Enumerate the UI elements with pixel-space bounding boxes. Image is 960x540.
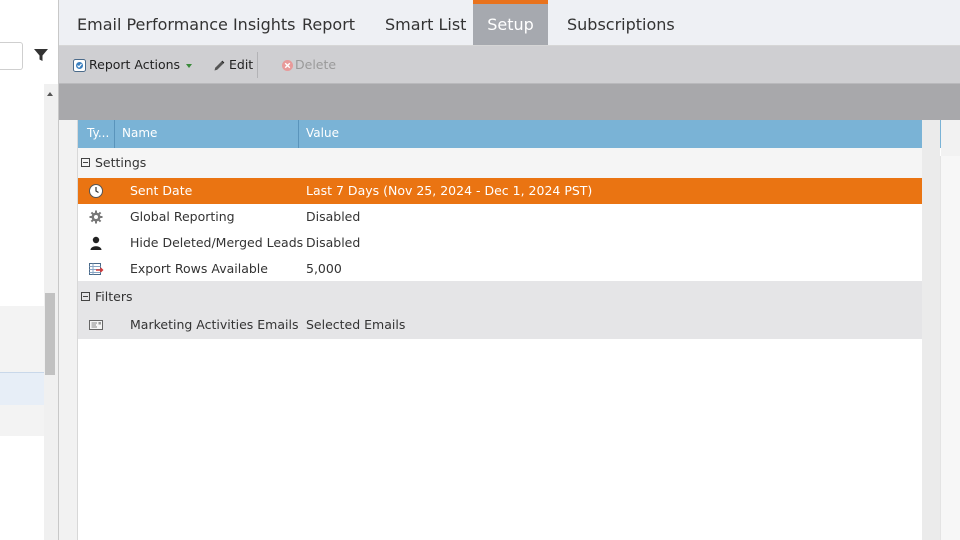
tab-email-performance-insights[interactable]: Email Performance Insights (77, 0, 296, 45)
table-row[interactable]: Export Rows Available 5,000 (78, 256, 926, 282)
column-header-name[interactable]: Name (115, 120, 299, 148)
edit-button[interactable]: Edit (213, 46, 253, 83)
row-name: Global Reporting (130, 209, 235, 224)
row-name: Marketing Activities Emails (130, 317, 299, 332)
grid-scrollbar[interactable] (922, 120, 940, 540)
row-value: 5,000 (306, 261, 342, 276)
table-row[interactable]: Marketing Activities Emails Selected Ema… (78, 312, 926, 338)
tab-smart-list[interactable]: Smart List (385, 0, 466, 45)
left-search-input[interactable] (0, 42, 23, 70)
tab-bar: Email Performance Insights Report Smart … (59, 0, 960, 46)
right-panel-edge (940, 156, 960, 540)
table-row[interactable]: Hide Deleted/Merged Leads Disabled (78, 230, 926, 256)
group-header-filters[interactable]: Filters (78, 282, 926, 312)
left-tree-item[interactable] (0, 405, 44, 436)
toolbar: Report Actions Edit Delete (59, 46, 960, 84)
setup-grid-area: Ty... Name Value Settings Sent Date Last… (59, 120, 960, 540)
tab-report[interactable]: Report (302, 0, 355, 45)
row-value: Disabled (306, 209, 361, 224)
pencil-icon (214, 60, 225, 71)
row-name: Export Rows Available (130, 261, 268, 276)
gear-icon (89, 210, 103, 224)
delete-label: Delete (295, 57, 337, 72)
grid-header: Ty... Name Value (78, 120, 941, 148)
collapse-icon[interactable] (81, 292, 90, 301)
toolbar-divider (257, 52, 258, 78)
scroll-up-arrow-icon[interactable] (47, 92, 53, 96)
clock-icon (89, 184, 103, 198)
column-header-type[interactable]: Ty... (78, 120, 115, 148)
row-value: Disabled (306, 235, 361, 250)
collapse-icon[interactable] (81, 158, 90, 167)
delete-icon (282, 60, 293, 71)
export-rows-icon (89, 263, 104, 275)
left-panel (0, 0, 59, 540)
report-actions-label: Report Actions (89, 57, 181, 72)
edit-label: Edit (229, 57, 254, 72)
left-scrollbar-thumb[interactable] (45, 293, 55, 375)
canvas-header-bar (59, 84, 960, 120)
group-header-settings[interactable]: Settings (78, 148, 926, 178)
report-actions-icon (73, 59, 86, 72)
row-name: Sent Date (130, 183, 193, 198)
left-tree-item[interactable] (0, 306, 44, 372)
email-icon (89, 320, 103, 330)
row-value: Last 7 Days (Nov 25, 2024 - Dec 1, 2024 … (306, 183, 593, 198)
group-label: Filters (95, 289, 133, 304)
tab-setup[interactable]: Setup (473, 0, 548, 45)
row-value: Selected Emails (306, 317, 406, 332)
filter-icon[interactable] (33, 47, 49, 63)
report-actions-button[interactable]: Report Actions (73, 46, 193, 83)
row-name: Hide Deleted/Merged Leads (130, 235, 304, 250)
setup-grid: Ty... Name Value Settings Sent Date Last… (77, 120, 941, 540)
table-row[interactable]: Global Reporting Disabled (78, 204, 926, 230)
column-header-value[interactable]: Value (299, 120, 926, 148)
delete-button[interactable]: Delete (281, 46, 336, 83)
tab-subscriptions[interactable]: Subscriptions (567, 0, 675, 45)
person-icon (90, 236, 102, 250)
table-row[interactable]: Sent Date Last 7 Days (Nov 25, 2024 - De… (78, 178, 926, 204)
left-tree-item-selected[interactable] (0, 372, 44, 406)
group-label: Settings (95, 155, 147, 170)
chevron-down-icon (186, 63, 193, 68)
